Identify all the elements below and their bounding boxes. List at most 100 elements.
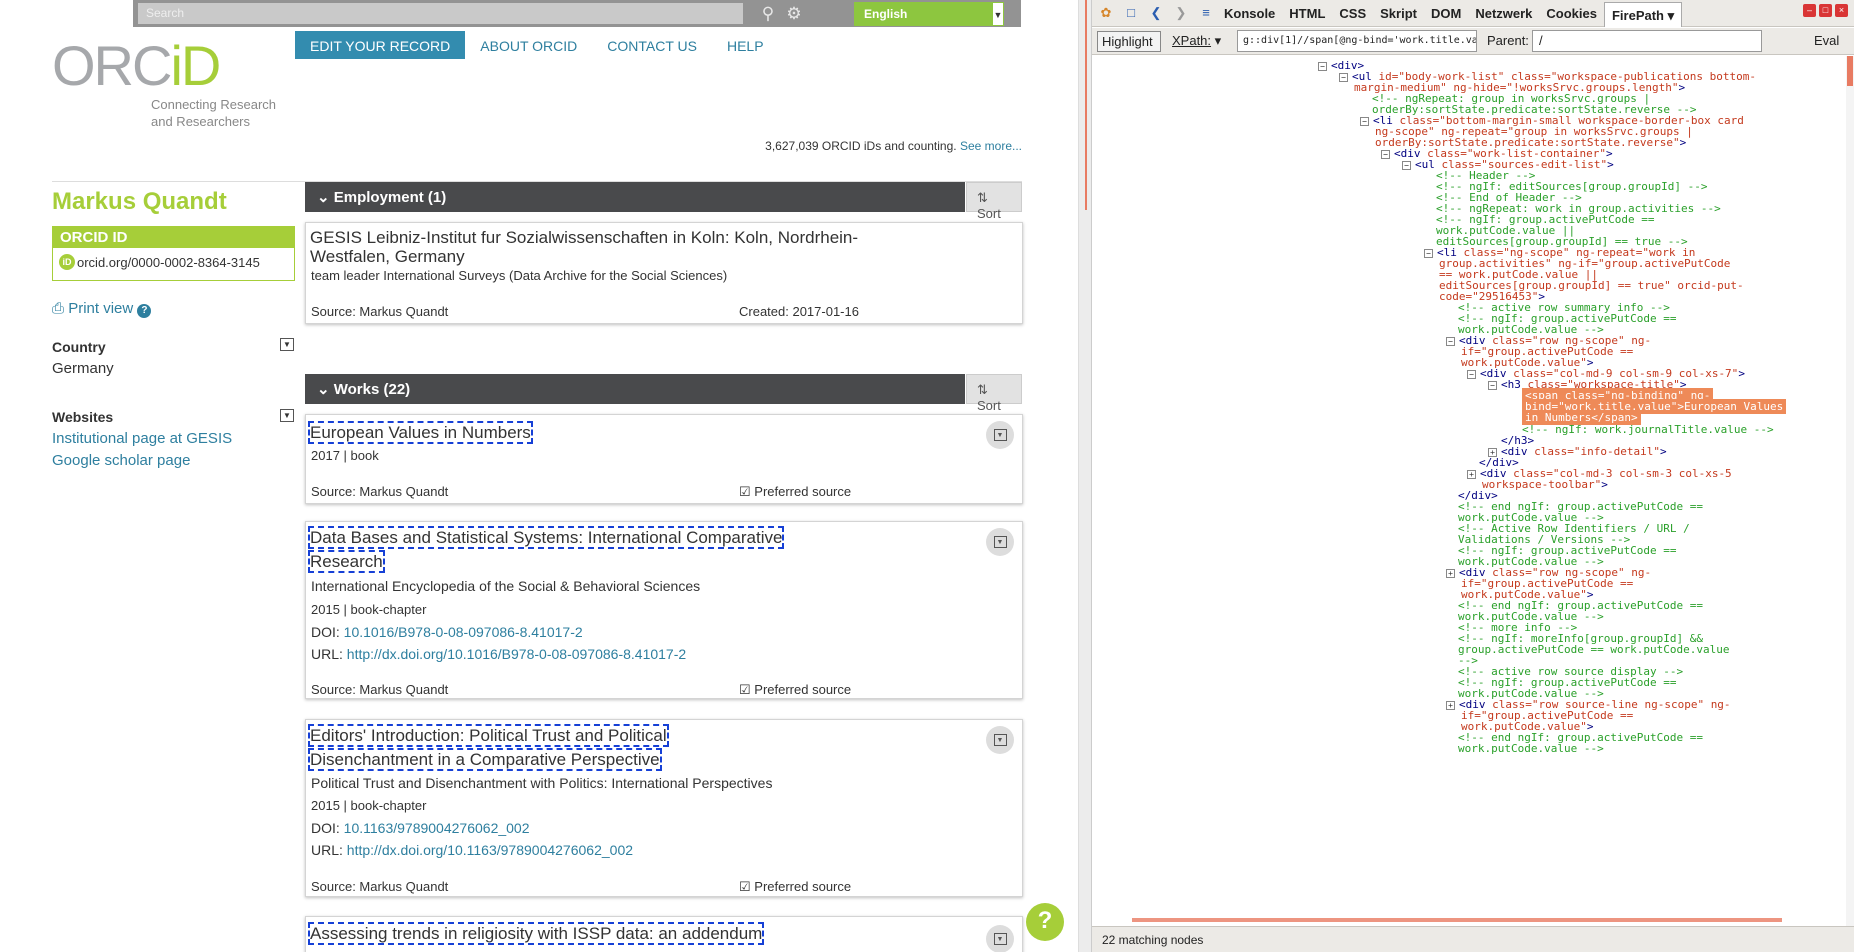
language-select[interactable]: English ▼: [854, 2, 1004, 26]
nav-about-orcid[interactable]: ABOUT ORCID: [465, 31, 592, 59]
firepath-bar: Highlight XPath: ▾ g::div[1]//span[@ng-b…: [1092, 28, 1854, 55]
work-title[interactable]: Data Bases and Statistical Systems: Inte…: [307, 526, 785, 574]
work-card: Editors' Introduction: Political Trust a…: [305, 719, 1023, 897]
parent-input[interactable]: /: [1532, 30, 1762, 52]
orcid-id-label: ORCID ID: [53, 227, 294, 248]
sort-button[interactable]: ⇅ Sort: [966, 374, 1022, 413]
tab-dom[interactable]: DOM: [1424, 1, 1468, 26]
forward-icon[interactable]: ❯: [1170, 2, 1192, 24]
chevron-down-icon: ▾: [1214, 33, 1222, 48]
back-icon[interactable]: ❮: [1145, 2, 1167, 24]
help-chat-button[interactable]: ?: [1026, 903, 1064, 941]
tab-konsole[interactable]: Konsole: [1217, 1, 1282, 26]
work-meta: 2015 | book-chapter: [311, 602, 427, 617]
tab-firepath[interactable]: FirePath ▾: [1603, 1, 1683, 27]
tagline: Connecting Research and Researchers: [151, 97, 277, 129]
websites-label: Websites: [52, 409, 114, 425]
help-icon[interactable]: ?: [137, 304, 152, 318]
orcid-id-value[interactable]: orcid.org/0000-0002-8364-3145: [77, 255, 260, 270]
work-title[interactable]: Assessing trends in religiosity with ISS…: [307, 922, 765, 946]
work-card: European Values in Numbers 2017 | book S…: [305, 414, 1023, 504]
tab-html[interactable]: HTML: [1282, 1, 1332, 26]
employment-org: GESIS Leibniz-Institut fur Sozialwissens…: [310, 228, 859, 266]
tab-skript[interactable]: Skript: [1373, 1, 1424, 26]
firebug-panel: ✿ □ ❮ ❯ ≡ Konsole HTML CSS Skript DOM Ne…: [1092, 0, 1854, 952]
firebug-icon[interactable]: ✿: [1095, 2, 1117, 24]
highlight-button[interactable]: Highlight: [1097, 31, 1161, 52]
work-journal: Political Trust and Disenchantment with …: [311, 775, 773, 791]
check-icon: ☑: [739, 682, 751, 697]
expand-work-button[interactable]: ▼: [986, 421, 1014, 449]
xpath-selector[interactable]: XPath: ▾: [1172, 33, 1221, 49]
orcid-page: Search ⚲ ⚙ English ▼ ORCiD Connecting Res…: [0, 0, 1078, 952]
employment-created: Created: 2017-01-16: [739, 304, 859, 319]
researcher-name: Markus Quandt: [52, 188, 227, 215]
firebug-toolbar: ✿ □ ❮ ❯ ≡ Konsole HTML CSS Skript DOM Ne…: [1092, 0, 1854, 27]
website-link[interactable]: Google scholar page: [52, 452, 190, 469]
close-icon[interactable]: ×: [1835, 4, 1848, 17]
orcid-id-icon: iD: [59, 254, 75, 270]
tab-css[interactable]: CSS: [1332, 1, 1373, 26]
check-icon: ☑: [739, 879, 751, 894]
work-source: Source: Markus Quandt: [311, 879, 449, 894]
language-value: English: [864, 7, 908, 21]
tab-cookies[interactable]: Cookies: [1539, 1, 1604, 26]
url-link[interactable]: http://dx.doi.org/10.1163/9789004276062_…: [347, 842, 633, 858]
work-meta: 2015 | book-chapter: [311, 798, 427, 813]
chevron-down-icon: ▾: [1667, 7, 1675, 23]
work-source: Source: Markus Quandt: [311, 484, 449, 499]
command-editor-icon[interactable]: ≡: [1195, 2, 1217, 24]
work-source: Source: Markus Quandt: [311, 682, 449, 697]
vertical-scrollbar[interactable]: [1846, 56, 1854, 926]
nav-contact-us[interactable]: CONTACT US: [592, 31, 712, 59]
work-title[interactable]: Editors' Introduction: Political Trust a…: [308, 724, 669, 772]
orcid-id-box: ORCID ID iD orcid.org/0000-0002-8364-3145: [52, 226, 295, 281]
chevron-down-icon: ▼: [993, 428, 1007, 441]
html-tree: − <div> − <ul id="body-work-list" class="w…: [1092, 56, 1844, 926]
country-toggle-icon[interactable]: ▼: [280, 338, 294, 351]
minimize-icon[interactable]: –: [1803, 4, 1816, 17]
scroll-thumb[interactable]: [1847, 56, 1853, 86]
horizontal-scrollbar[interactable]: [1132, 918, 1782, 922]
inspect-icon[interactable]: □: [1120, 2, 1142, 24]
gear-icon[interactable]: ⚙: [783, 3, 805, 25]
check-icon: ☑: [739, 484, 751, 499]
employment-header[interactable]: ⌄ Employment (1): [305, 182, 965, 212]
search-icon[interactable]: ⚲: [757, 3, 779, 25]
tab-netzwerk[interactable]: Netzwerk: [1468, 1, 1539, 26]
employment-source: Source: Markus Quandt: [311, 304, 449, 319]
panel-splitter[interactable]: [1078, 0, 1092, 952]
see-more-link[interactable]: See more...: [960, 139, 1022, 153]
print-view-link[interactable]: ⎙ Print view ?: [52, 300, 152, 318]
expand-work-button[interactable]: ▼: [986, 925, 1014, 952]
doi-link[interactable]: 10.1016/B978-0-08-097086-8.41017-2: [344, 624, 583, 640]
parent-label: Parent:: [1487, 33, 1529, 48]
expand-work-button[interactable]: ▼: [986, 528, 1014, 556]
sort-button[interactable]: ⇅ Sort: [966, 182, 1022, 221]
chevron-down-icon: ▼: [992, 2, 1004, 26]
chevron-down-icon: ▼: [993, 733, 1007, 746]
eval-button[interactable]: Eval: [1814, 33, 1839, 48]
work-meta: 2017 | book: [311, 448, 379, 463]
orcid-logo[interactable]: ORCiD: [52, 38, 221, 94]
websites-toggle-icon[interactable]: ▼: [280, 409, 294, 422]
xpath-input[interactable]: g::div[1]//span[@ng-bind='work.title.val…: [1237, 30, 1477, 52]
preferred-source: ☑ Preferred source: [739, 484, 852, 499]
work-card: Data Bases and Statistical Systems: Inte…: [305, 521, 1023, 699]
nav-help[interactable]: HELP: [712, 31, 779, 59]
chevron-down-icon: ⌄: [317, 381, 330, 398]
search-input[interactable]: Search: [138, 3, 743, 24]
doi-link[interactable]: 10.1163/9789004276062_002: [344, 820, 530, 836]
works-header[interactable]: ⌄ Works (22): [305, 374, 965, 404]
website-link[interactable]: Institutional page at GESIS: [52, 430, 232, 447]
work-url: URL: http://dx.doi.org/10.1163/978900427…: [311, 842, 634, 858]
splitter-marker: [1085, 0, 1087, 210]
work-title[interactable]: European Values in Numbers: [308, 421, 533, 445]
nav-edit-your-record[interactable]: EDIT YOUR RECORD: [295, 31, 466, 59]
employment-role: team leader International Surveys (Data …: [311, 268, 728, 283]
work-doi: DOI: 10.1016/B978-0-08-097086-8.41017-2: [311, 624, 583, 640]
expand-work-button[interactable]: ▼: [986, 726, 1014, 754]
sort-icon: ⇅: [977, 382, 988, 397]
detach-icon[interactable]: □: [1819, 4, 1832, 17]
url-link[interactable]: http://dx.doi.org/10.1016/B978-0-08-0970…: [347, 646, 686, 662]
